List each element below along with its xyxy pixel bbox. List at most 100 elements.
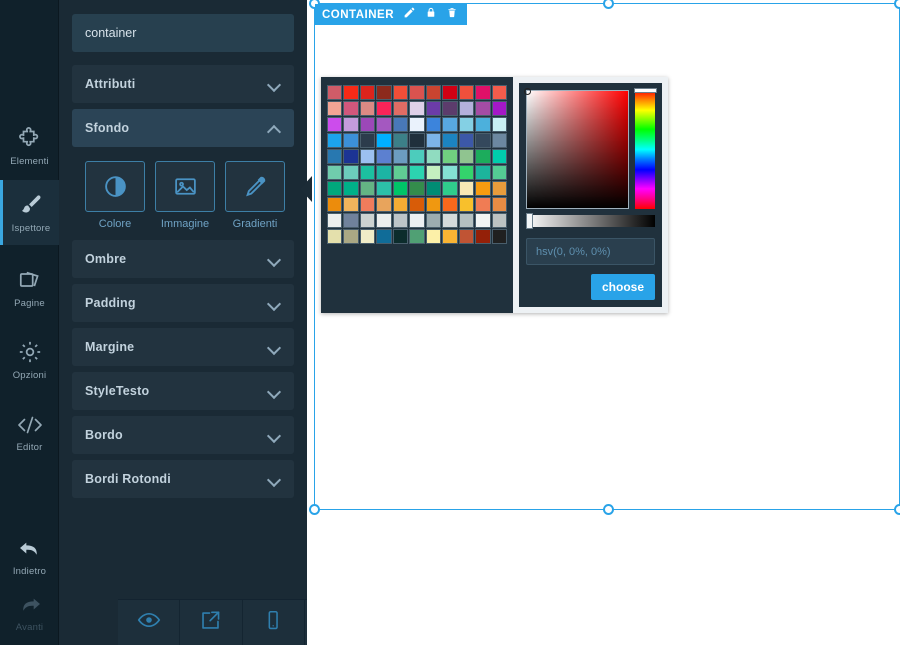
color-swatch[interactable] [343,181,359,196]
alpha-slider-knob[interactable] [526,213,533,229]
color-swatch[interactable] [343,149,359,164]
color-swatch[interactable] [327,229,343,244]
color-swatch[interactable] [327,181,343,196]
color-swatch[interactable] [442,197,458,212]
hsv-value-input[interactable]: hsv(0, 0%, 0%) [526,238,655,265]
color-swatch[interactable] [376,117,392,132]
resize-handle-se[interactable] [894,504,900,515]
resize-handle-ne[interactable] [894,0,900,9]
resize-handle-sw[interactable] [309,504,320,515]
color-swatch[interactable] [425,101,442,116]
color-swatch[interactable] [343,197,359,212]
color-swatch[interactable] [425,133,442,148]
collapse-panel-arrow-icon[interactable] [300,176,312,202]
color-swatch[interactable] [343,133,359,148]
color-swatch[interactable] [327,85,343,100]
color-swatch[interactable] [409,85,425,100]
color-swatch[interactable] [458,101,475,116]
color-swatch[interactable] [442,213,458,228]
color-swatch[interactable] [392,197,409,212]
accordion-bordi-rotondi[interactable]: Bordi Rotondi [72,460,294,498]
color-swatch[interactable] [343,101,359,116]
rail-item-elementi[interactable]: Elementi [0,112,59,180]
color-swatch[interactable] [409,165,425,180]
color-swatch[interactable] [409,181,425,196]
color-swatch[interactable] [442,229,458,244]
color-swatch[interactable] [376,165,392,180]
color-swatch[interactable] [425,229,442,244]
color-swatch[interactable] [425,181,442,196]
device-button[interactable] [243,600,305,645]
color-swatch[interactable] [359,165,376,180]
color-swatch[interactable] [475,197,491,212]
color-swatch[interactable] [392,101,409,116]
color-swatch[interactable] [442,149,458,164]
color-swatch[interactable] [458,181,475,196]
color-swatch[interactable] [409,117,425,132]
color-swatch[interactable] [409,149,425,164]
color-swatch[interactable] [409,101,425,116]
color-swatch[interactable] [491,165,507,180]
saturation-value-square[interactable] [524,88,630,209]
color-swatch[interactable] [327,133,343,148]
hue-slider[interactable] [634,88,658,209]
alpha-slider[interactable] [526,213,655,229]
color-swatch[interactable] [327,213,343,228]
color-swatch[interactable] [359,117,376,132]
color-swatch[interactable] [491,117,507,132]
color-swatch[interactable] [442,101,458,116]
color-swatch[interactable] [392,149,409,164]
rail-item-pagine[interactable]: Pagine [0,255,59,321]
color-swatch[interactable] [458,213,475,228]
color-swatch[interactable] [458,85,475,100]
resize-handle-n[interactable] [603,0,614,9]
preview-button[interactable] [118,600,181,645]
color-swatch[interactable] [359,101,376,116]
color-swatch[interactable] [458,229,475,244]
color-swatch[interactable] [475,165,491,180]
saturation-value-cursor[interactable] [524,88,531,95]
color-swatch[interactable] [392,213,409,228]
color-swatch[interactable] [442,117,458,132]
color-swatch[interactable] [425,197,442,212]
color-swatch[interactable] [376,229,392,244]
color-swatch[interactable] [376,101,392,116]
bg-type-immagine[interactable]: Immagine [155,161,215,230]
color-swatch[interactable] [327,101,343,116]
color-swatch[interactable] [491,133,507,148]
accordion-sfondo[interactable]: Sfondo [72,109,294,147]
color-swatch[interactable] [491,181,507,196]
color-swatch[interactable] [475,85,491,100]
color-swatch[interactable] [392,229,409,244]
color-swatch[interactable] [425,85,442,100]
pencil-icon[interactable] [403,6,416,24]
color-swatch[interactable] [359,229,376,244]
color-swatch[interactable] [409,197,425,212]
color-swatch[interactable] [458,117,475,132]
color-swatch[interactable] [359,133,376,148]
color-swatch[interactable] [359,85,376,100]
color-swatch[interactable] [327,149,343,164]
color-swatch[interactable] [491,197,507,212]
color-swatch[interactable] [343,117,359,132]
color-swatch[interactable] [425,117,442,132]
accordion-bordo[interactable]: Bordo [72,416,294,454]
color-swatch[interactable] [409,213,425,228]
color-swatch[interactable] [392,85,409,100]
color-swatch[interactable] [343,85,359,100]
color-swatch[interactable] [327,197,343,212]
trash-icon[interactable] [446,6,458,24]
color-swatch[interactable] [359,149,376,164]
color-swatch[interactable] [376,213,392,228]
color-swatch[interactable] [475,229,491,244]
color-swatch[interactable] [425,213,442,228]
color-swatch[interactable] [359,213,376,228]
color-swatch[interactable] [376,181,392,196]
color-swatch[interactable] [425,149,442,164]
resize-handle-s[interactable] [603,504,614,515]
color-swatch[interactable] [475,117,491,132]
color-swatch[interactable] [343,229,359,244]
color-swatch[interactable] [475,181,491,196]
color-swatch[interactable] [359,181,376,196]
bg-type-gradienti[interactable]: Gradienti [225,161,285,230]
